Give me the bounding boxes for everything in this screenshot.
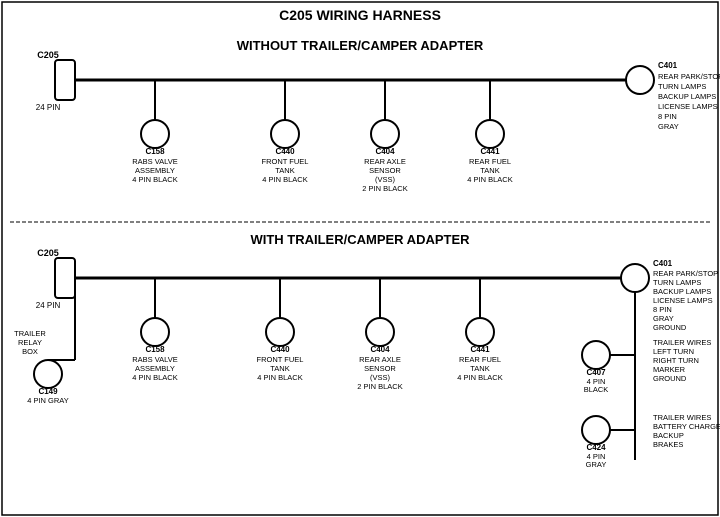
c407-info1-s2: TRAILER WIRES (653, 338, 711, 347)
c441-circle-s1 (476, 120, 504, 148)
c404-label-s2: C404 (370, 345, 390, 354)
c149-label-s2: C149 (38, 387, 58, 396)
c441-desc3-s2: 4 PIN BLACK (457, 373, 502, 382)
c424-label-s2: C424 (586, 443, 606, 452)
c441-desc1-s2: REAR FUEL (459, 355, 501, 364)
c158-desc2-s2: ASSEMBLY (135, 364, 175, 373)
c401-pins-s1: 8 PIN (658, 112, 677, 121)
c401-desc3-s2: BACKUP LAMPS (653, 287, 711, 296)
c441-desc1-s1: REAR FUEL (469, 157, 511, 166)
c205-pins-s1: 24 PIN (36, 103, 61, 112)
c205-label-s1: C205 (37, 50, 59, 60)
c441-label-s1: C441 (480, 147, 500, 156)
c407-info5-s2: GROUND (653, 374, 687, 383)
c158-desc3-s1: 4 PIN BLACK (132, 175, 177, 184)
c401-desc3-s1: BACKUP LAMPS (658, 92, 716, 101)
c401-circle-s2 (621, 264, 649, 292)
c441-desc2-s1: TANK (480, 166, 499, 175)
c407-desc2-s2: BLACK (584, 385, 609, 394)
c205-label-s2: C205 (37, 248, 59, 258)
c441-desc2-s2: TANK (470, 364, 489, 373)
c404-desc3-s1: (VSS) (375, 175, 396, 184)
c441-label-s2: C441 (470, 345, 490, 354)
c404-desc4-s1: 2 PIN BLACK (362, 184, 407, 193)
c441-desc3-s1: 4 PIN BLACK (467, 175, 512, 184)
diagram-container: C205 WIRING HARNESS WITHOUT TRAILER/CAMP… (0, 0, 720, 517)
c440-circle-s1 (271, 120, 299, 148)
trailer-relay-label2: RELAY (18, 338, 42, 347)
c158-desc1-s1: RABS VALVE (132, 157, 178, 166)
c404-desc1-s2: REAR AXLE (359, 355, 401, 364)
c158-circle-s2 (141, 318, 169, 346)
wiring-diagram-svg: C205 WIRING HARNESS WITHOUT TRAILER/CAMP… (0, 0, 720, 517)
c158-desc3-s2: 4 PIN BLACK (132, 373, 177, 382)
c401-color-s1: GRAY (658, 122, 679, 131)
c401-ground-s2: GROUND (653, 323, 687, 332)
c401-desc4-s1: LICENSE LAMPS (658, 102, 718, 111)
c404-label-s1: C404 (375, 147, 395, 156)
trailer-relay-label1: TRAILER (14, 329, 46, 338)
c404-circle-s1 (371, 120, 399, 148)
c407-circle-s2 (582, 341, 610, 369)
c158-label-s1: C158 (145, 147, 165, 156)
c158-desc2-s1: ASSEMBLY (135, 166, 175, 175)
c424-info4-s2: BRAKES (653, 440, 683, 449)
c158-desc1-s2: RABS VALVE (132, 355, 178, 364)
c440-desc3-s2: 4 PIN BLACK (257, 373, 302, 382)
c407-info2-s2: LEFT TURN (653, 347, 694, 356)
c401-circle-s1 (626, 66, 654, 94)
section1-label: WITHOUT TRAILER/CAMPER ADAPTER (237, 38, 484, 53)
c407-info3-s2: RIGHT TURN (653, 356, 699, 365)
c404-circle-s2 (366, 318, 394, 346)
c401-desc4-s2: LICENSE LAMPS (653, 296, 713, 305)
section2-label: WITH TRAILER/CAMPER ADAPTER (250, 232, 470, 247)
c440-label-s1: C440 (275, 147, 295, 156)
c404-desc3-s2: (VSS) (370, 373, 391, 382)
c404-desc2-s1: SENSOR (369, 166, 401, 175)
c440-label-s2: C440 (270, 345, 290, 354)
c440-desc3-s1: 4 PIN BLACK (262, 175, 307, 184)
c424-info2-s2: BATTERY CHARGE (653, 422, 720, 431)
c401-desc2-s1: TURN LAMPS (658, 82, 706, 91)
c404-desc2-s2: SENSOR (364, 364, 396, 373)
c440-desc2-s1: TANK (275, 166, 294, 175)
c440-circle-s2 (266, 318, 294, 346)
c205-connector-s2 (55, 258, 75, 298)
c424-desc2-s2: GRAY (586, 460, 607, 469)
c401-label-s1: C401 (658, 61, 678, 70)
c441-circle-s2 (466, 318, 494, 346)
c401-desc1-s2: REAR PARK/STOP (653, 269, 718, 278)
c440-desc1-s1: FRONT FUEL (262, 157, 309, 166)
trailer-relay-label3: BOX (22, 347, 38, 356)
c407-label-s2: C407 (586, 368, 606, 377)
c401-desc2-s2: TURN LAMPS (653, 278, 701, 287)
c158-label-s2: C158 (145, 345, 165, 354)
c401-label-s2: C401 (653, 259, 673, 268)
c424-info1-s2: TRAILER WIRES (653, 413, 711, 422)
c401-color-s2: GRAY (653, 314, 674, 323)
c440-desc2-s2: TANK (270, 364, 289, 373)
c158-circle-s1 (141, 120, 169, 148)
c424-circle-s2 (582, 416, 610, 444)
c440-desc1-s2: FRONT FUEL (257, 355, 304, 364)
c404-desc1-s1: REAR AXLE (364, 157, 406, 166)
c404-desc4-s2: 2 PIN BLACK (357, 382, 402, 391)
c407-info4-s2: MARKER (653, 365, 686, 374)
main-title: C205 WIRING HARNESS (279, 7, 441, 23)
c401-pins-s2: 8 PIN (653, 305, 672, 314)
c401-desc1-s1: REAR PARK/STOP (658, 72, 720, 81)
c149-desc-s2: 4 PIN GRAY (27, 396, 69, 405)
c205-connector-s1 (55, 60, 75, 100)
c149-circle-s2 (34, 360, 62, 388)
c424-info3-s2: BACKUP (653, 431, 684, 440)
c205-pins-s2: 24 PIN (36, 301, 61, 310)
